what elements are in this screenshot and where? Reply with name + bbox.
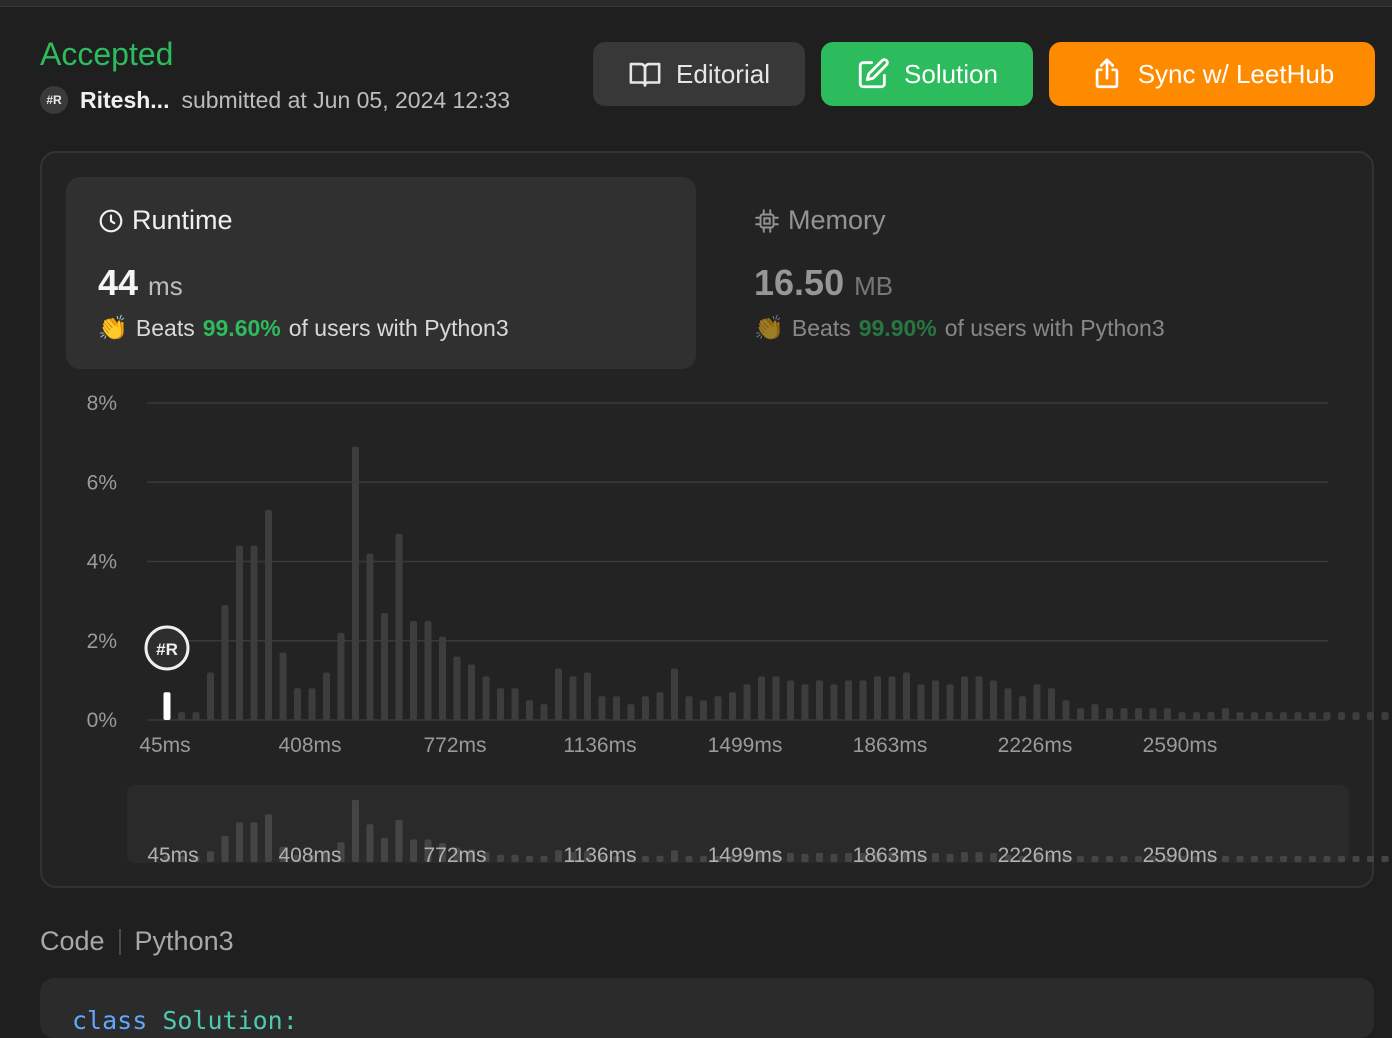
runtime-title-text: Runtime [132, 205, 233, 235]
mini-distribution-bar [1381, 856, 1389, 862]
sync-leethub-button[interactable]: Sync w/ LeetHub [1049, 42, 1375, 106]
chip-icon [755, 208, 779, 233]
runtime-beats-prefix: Beats [135, 315, 195, 341]
share-icon [1095, 58, 1118, 89]
runtime-title: Runtime [98, 205, 664, 236]
memory-beats: 👏 Beats 99.90% of users with Python3 [754, 314, 1320, 343]
memory-unit: MB [854, 271, 894, 301]
memory-number: 16.50 [754, 262, 845, 303]
runtime-value: 44 ms [98, 262, 664, 304]
avatar[interactable]: #R [40, 86, 68, 114]
editorial-button[interactable]: Editorial [593, 42, 805, 106]
runtime-card[interactable]: Runtime 44 ms 👏 Beats 99.60% of users wi… [66, 177, 696, 369]
code-class-name: Solution: [162, 1006, 298, 1035]
runtime-number: 44 [98, 262, 139, 303]
runtime-beats-suffix: of users with Python3 [288, 315, 509, 341]
sync-label: Sync w/ LeetHub [1137, 58, 1335, 89]
memory-card[interactable]: Memory 16.50 MB 👏 Beats 99.90% of users … [722, 177, 1352, 369]
memory-value: 16.50 MB [754, 262, 1320, 304]
clock-icon [99, 209, 123, 232]
clap-icon: 👏 [98, 315, 128, 342]
runtime-beats-pct: 99.60% [202, 315, 281, 341]
editorial-label: Editorial [676, 58, 770, 89]
code-keyword: class [72, 1006, 148, 1035]
submission-status: Accepted [40, 36, 174, 72]
submitted-time: submitted at Jun 05, 2024 12:33 [181, 86, 511, 113]
solution-button[interactable]: Solution [821, 42, 1033, 106]
edit-icon [858, 58, 889, 89]
clap-icon: 👏 [754, 315, 784, 342]
performance-panel: Runtime 44 ms 👏 Beats 99.60% of users wi… [40, 151, 1374, 888]
code-language[interactable]: Python3 [135, 926, 234, 957]
top-border [0, 0, 1392, 7]
memory-title: Memory [754, 205, 1320, 236]
solution-label: Solution [904, 58, 998, 89]
code-header: Code Python3 [40, 926, 234, 957]
distribution-bar[interactable] [1381, 712, 1389, 720]
code-label: Code [40, 926, 105, 956]
submission-info: #R Ritesh... submitted at Jun 05, 2024 1… [40, 86, 510, 114]
code-divider [118, 928, 121, 955]
code-editor[interactable]: class Solution: [40, 978, 1374, 1038]
runtime-beats: 👏 Beats 99.60% of users with Python3 [98, 314, 664, 343]
memory-beats-prefix: Beats [791, 315, 851, 341]
code-line: class Solution: [72, 1006, 298, 1035]
memory-beats-pct: 99.90% [858, 315, 937, 341]
book-icon [629, 62, 661, 87]
runtime-unit: ms [148, 271, 183, 301]
memory-title-text: Memory [788, 205, 886, 235]
username-link[interactable]: Ritesh... [80, 87, 169, 114]
memory-beats-suffix: of users with Python3 [944, 315, 1165, 341]
